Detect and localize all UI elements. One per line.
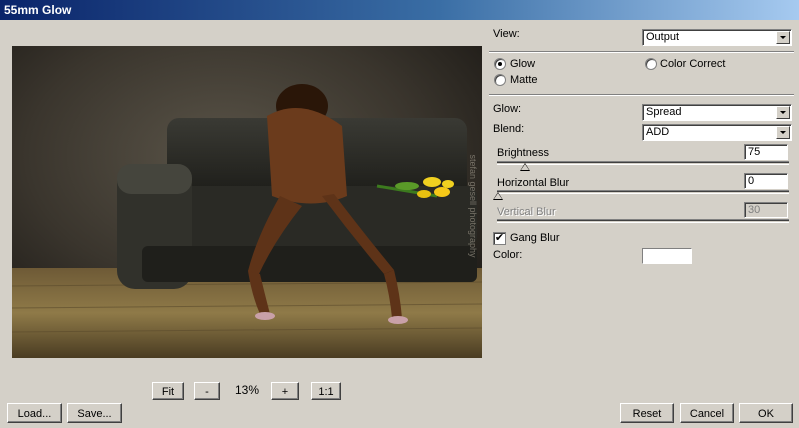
horizontal-blur-value: 0: [748, 175, 755, 187]
glow-type-select-value: Spread: [646, 106, 682, 118]
color-label: Color:: [493, 249, 523, 261]
matte-radio[interactable]: [494, 74, 506, 86]
save-button[interactable]: Save...: [67, 403, 122, 423]
horizontal-blur-label: Horizontal Blur: [497, 177, 570, 189]
chevron-down-icon[interactable]: [776, 126, 790, 139]
view-select-value: Output: [646, 31, 680, 43]
color-correct-radio[interactable]: [645, 58, 657, 70]
preview-photo: stefan gesell photography: [12, 46, 482, 358]
chevron-down-icon[interactable]: [776, 31, 790, 44]
blend-select-value: ADD: [646, 126, 670, 138]
vertical-blur-label: Vertical Blur: [497, 206, 556, 218]
glow-type-label: Glow:: [493, 103, 522, 115]
glow-radio[interactable]: [494, 58, 506, 70]
view-select[interactable]: Output: [642, 29, 792, 46]
window-title: 55mm Glow: [4, 3, 72, 17]
view-label: View:: [493, 28, 520, 40]
matte-radio-label: Matte: [510, 74, 538, 86]
actual-size-button[interactable]: 1:1: [311, 382, 341, 400]
vertical-blur-value: 30: [748, 204, 761, 216]
watermark-text: stefan gesell photography: [468, 154, 478, 258]
separator: [489, 51, 794, 53]
chevron-down-icon[interactable]: [776, 106, 790, 119]
blend-label: Blend:: [493, 123, 525, 135]
horizontal-blur-input[interactable]: 0: [744, 173, 788, 189]
glow-radio-label: Glow: [510, 58, 536, 70]
color-correct-radio-label: Color Correct: [660, 58, 726, 70]
zoom-in-button[interactable]: +: [271, 382, 299, 400]
brightness-slider-track[interactable]: [497, 161, 789, 165]
reset-button[interactable]: Reset: [620, 403, 674, 423]
cancel-button[interactable]: Cancel: [680, 403, 734, 423]
vertical-blur-input: 30: [744, 202, 788, 218]
ok-button[interactable]: OK: [739, 403, 793, 423]
glow-type-select[interactable]: Spread: [642, 104, 792, 121]
horizontal-blur-slider-thumb[interactable]: [493, 192, 503, 200]
color-swatch[interactable]: [642, 248, 692, 264]
load-button[interactable]: Load...: [7, 403, 62, 423]
zoom-level: 13%: [235, 383, 260, 397]
blend-select[interactable]: ADD: [642, 124, 792, 141]
gang-blur-checkbox[interactable]: ✔: [493, 232, 506, 245]
brightness-slider-thumb[interactable]: [520, 163, 530, 171]
zoom-out-button[interactable]: -: [194, 382, 220, 400]
brightness-value: 75: [748, 146, 761, 158]
window-title-bar[interactable]: 55mm Glow: [0, 0, 799, 20]
separator: [489, 94, 794, 96]
gang-blur-label: Gang Blur: [510, 232, 560, 244]
brightness-label: Brightness: [497, 147, 549, 159]
image-preview[interactable]: stefan gesell photography: [12, 46, 482, 358]
check-icon: ✔: [494, 232, 505, 244]
fit-button[interactable]: Fit: [152, 382, 184, 400]
brightness-input[interactable]: 75: [744, 144, 788, 160]
horizontal-blur-slider-track[interactable]: [497, 190, 789, 194]
vertical-blur-slider-track: [497, 219, 789, 223]
